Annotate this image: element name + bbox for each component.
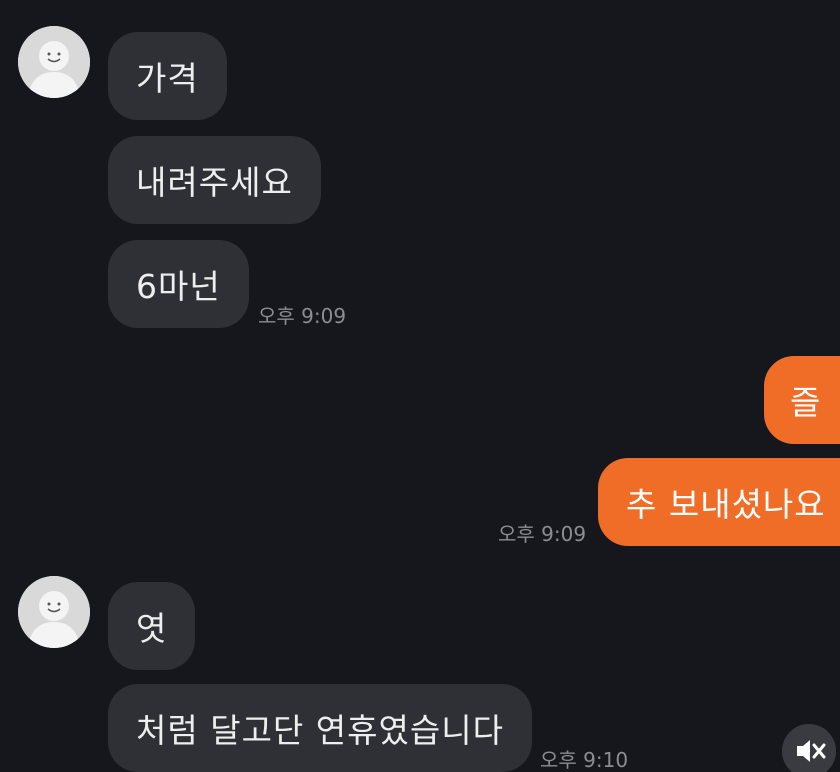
- message-text: 내려주세요: [136, 163, 293, 202]
- incoming-message[interactable]: 내려주세요: [108, 136, 321, 224]
- incoming-message[interactable]: 6마넌: [108, 240, 249, 328]
- message-text: 즐: [790, 383, 822, 422]
- message-timestamp: 오후 9:09: [498, 522, 587, 546]
- sender-avatar[interactable]: [18, 576, 90, 648]
- message-text: 추 보내셨나요: [626, 485, 826, 524]
- speaker-muted-icon: [797, 740, 826, 762]
- incoming-message[interactable]: 가격: [108, 32, 227, 120]
- chat-screen: 가격 내려주세요 6마넌 오후 9:09 즐 추 보내셨나요 오후 9:09 엿…: [0, 0, 840, 772]
- outgoing-message[interactable]: 추 보내셨나요: [598, 458, 840, 546]
- message-text: 엿: [136, 609, 168, 648]
- message-timestamp: 오후 9:09: [258, 304, 347, 328]
- default-profile-icon: [18, 26, 90, 98]
- message-text: 6마넌: [136, 267, 221, 306]
- outgoing-message[interactable]: 즐: [764, 356, 840, 444]
- incoming-message[interactable]: 엿: [108, 582, 196, 670]
- default-profile-icon: [18, 576, 90, 648]
- message-text: 가격: [136, 59, 199, 98]
- sender-avatar[interactable]: [18, 26, 90, 98]
- incoming-message[interactable]: 처럼 달고단 연휴였습니다: [108, 684, 532, 772]
- mute-toggle-button[interactable]: [782, 724, 836, 772]
- message-text: 처럼 달고단 연휴였습니다: [136, 711, 504, 750]
- message-timestamp: 오후 9:10: [540, 748, 629, 772]
